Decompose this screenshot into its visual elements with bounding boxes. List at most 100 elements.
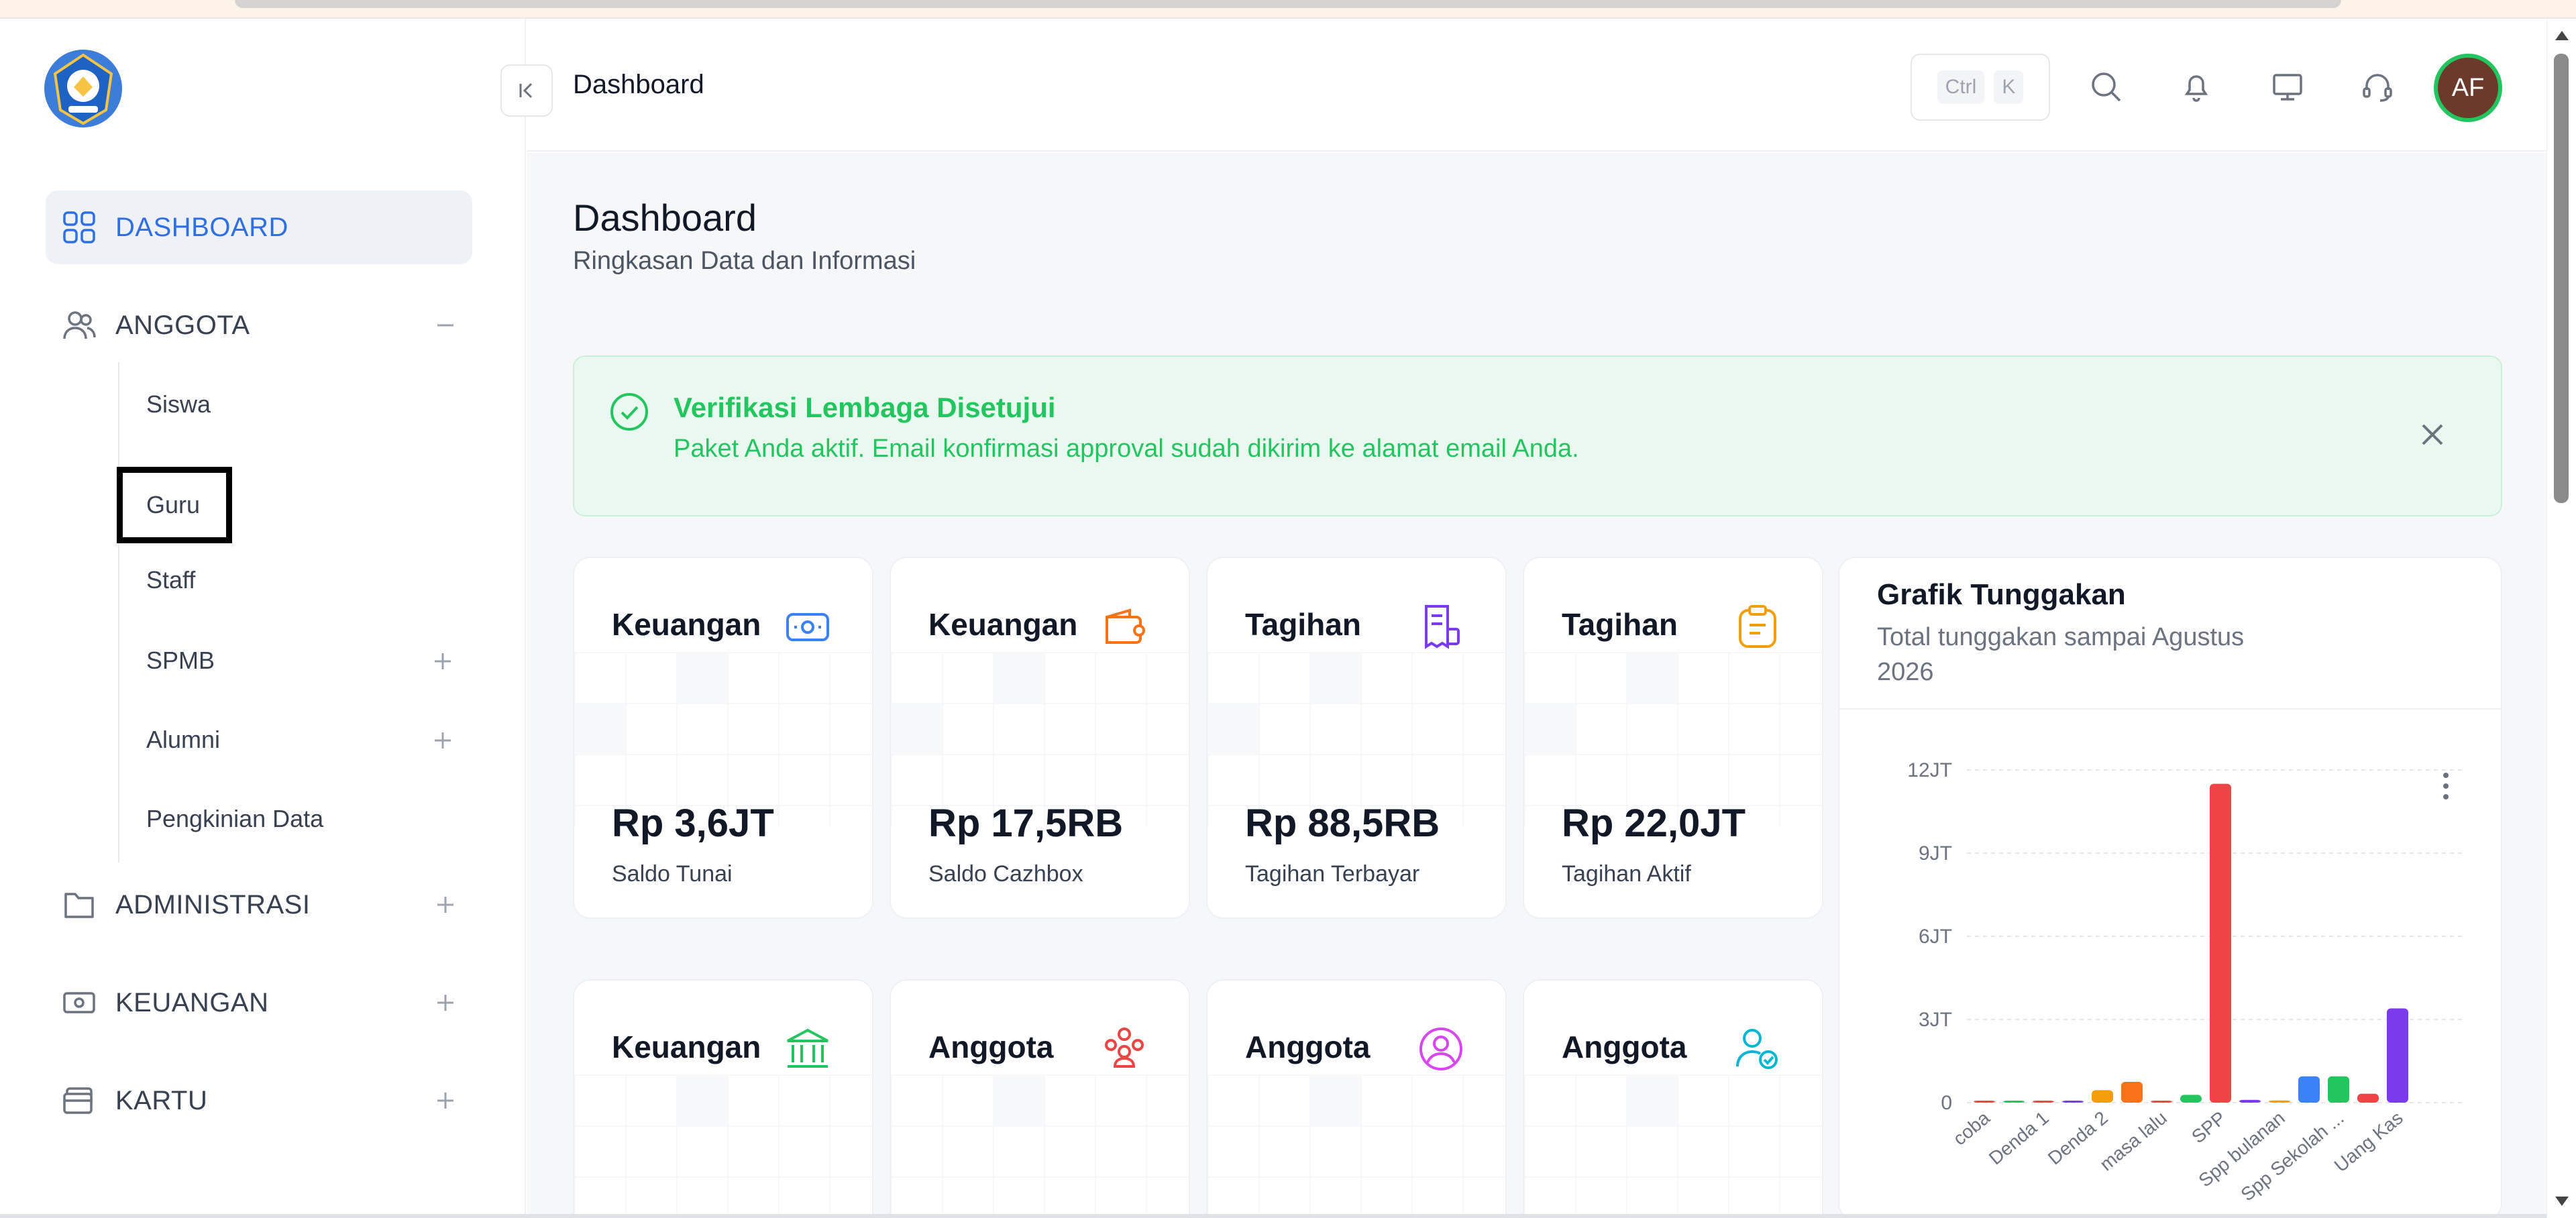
expand-plus-icon[interactable]: [429, 727, 456, 754]
scroll-down-arrow-icon[interactable]: [2555, 1197, 2569, 1206]
arrears-chart-card: Grafik Tunggakan Total tunggakan sampai …: [1838, 557, 2502, 1218]
scroll-up-arrow-icon[interactable]: [2555, 31, 2569, 40]
alert-message: Paket Anda aktif. Email konfirmasi appro…: [674, 435, 1579, 463]
chart-bar[interactable]: [2180, 1095, 2202, 1103]
chart-bar[interactable]: [2033, 1101, 2054, 1103]
header-title: Dashboard: [573, 70, 704, 99]
card-title: Keuangan: [928, 607, 1078, 642]
search-icon[interactable]: [2085, 66, 2128, 109]
page-title: Dashboard: [573, 197, 757, 239]
kbd-k: K: [1994, 70, 2024, 104]
chart-bar[interactable]: [2269, 1100, 2290, 1103]
chart-bar[interactable]: [2151, 1101, 2172, 1103]
stat-card[interactable]: Keuangan: [573, 979, 873, 1218]
card-value: Rp 22,0JT: [1562, 801, 1746, 845]
sidebar-item-label: KEUANGAN: [115, 987, 269, 1017]
grid-icon: [60, 209, 98, 246]
sidebar-subitem-alumni[interactable]: Alumni: [146, 716, 220, 763]
user-check-icon: [1729, 1021, 1786, 1077]
card-title: Keuangan: [612, 1030, 761, 1064]
stat-card[interactable]: Anggota: [1523, 979, 1823, 1218]
collapse-minus-icon[interactable]: [431, 311, 460, 340]
card-value: Rp 17,5RB: [928, 801, 1124, 845]
x-tick-label: coba: [1949, 1107, 1994, 1150]
chart-title: Grafik Tunggakan: [1877, 578, 2126, 611]
users-icon: [60, 307, 98, 344]
chart-bar[interactable]: [2387, 1008, 2408, 1103]
sidebar-item-kartu[interactable]: KARTU: [46, 1064, 472, 1138]
chart-bar[interactable]: [2210, 783, 2231, 1103]
user-avatar[interactable]: AF: [2434, 54, 2502, 122]
expand-plus-icon[interactable]: [431, 1086, 460, 1115]
sidebar: DASHBOARD ANGGOTA Siswa Guru Staff SPMB …: [0, 19, 526, 1218]
stat-card[interactable]: Tagihan Rp 22,0JT Tagihan Aktif: [1523, 557, 1823, 919]
sidebar-item-label: KARTU: [115, 1085, 208, 1115]
chart-bar[interactable]: [2003, 1101, 2025, 1103]
card-pattern: [891, 1074, 1189, 1218]
card-title: Keuangan: [612, 607, 761, 642]
wallet-card-icon: [1096, 598, 1152, 655]
scroll-thumb[interactable]: [2554, 54, 2569, 503]
chart-bar[interactable]: [2357, 1093, 2379, 1103]
more-vertical-icon[interactable]: [2442, 620, 2469, 799]
expand-plus-icon[interactable]: [431, 988, 460, 1017]
card-pattern: [1524, 652, 1822, 826]
y-tick-label: 3JT: [1919, 1009, 1952, 1031]
sidebar-subitem-staff[interactable]: Staff: [146, 557, 195, 604]
sidebar-item-label: ADMINISTRASI: [115, 889, 311, 920]
card-pattern: [1208, 1074, 1505, 1218]
chart-bar[interactable]: [2092, 1090, 2113, 1103]
close-icon[interactable]: [2412, 414, 2453, 455]
sidebar-item-anggota[interactable]: ANGGOTA: [46, 288, 472, 362]
group-icon: [1096, 1021, 1152, 1077]
receipt-icon: [1413, 598, 1469, 655]
submenu-guide-line: [118, 362, 119, 863]
chart-bar[interactable]: [2298, 1076, 2320, 1103]
institution-logo[interactable]: [42, 47, 125, 130]
sidebar-item-label: ANGGOTA: [115, 310, 250, 340]
sidebar-item-keuangan[interactable]: KEUANGAN: [46, 966, 472, 1040]
chart-bar[interactable]: [2062, 1101, 2084, 1103]
check-circle-icon: [608, 390, 651, 433]
chart-bar[interactable]: [1974, 1101, 1995, 1103]
kbd-ctrl: Ctrl: [1937, 70, 1985, 104]
user-circle-icon: [1413, 1021, 1469, 1077]
sidebar-subitem-siswa[interactable]: Siswa: [146, 381, 211, 428]
focus-highlight-box: [117, 467, 232, 543]
bank-icon: [780, 1021, 836, 1077]
sidebar-subitem-spmb[interactable]: SPMB: [146, 637, 215, 684]
sidebar-item-administrasi[interactable]: ADMINISTRASI: [46, 868, 472, 942]
card-pattern: [1208, 652, 1505, 826]
chart-bar[interactable]: [2328, 1076, 2349, 1103]
card-pattern: [574, 652, 872, 826]
sidebar-subitem-pengkinian-data[interactable]: Pengkinian Data: [146, 795, 323, 842]
stat-card[interactable]: Tagihan Rp 88,5RB Tagihan Terbayar: [1206, 557, 1507, 919]
page-scrollbar[interactable]: [2546, 19, 2576, 1218]
top-header: [527, 19, 2546, 152]
x-tick-label: Denda 1: [1985, 1107, 2053, 1169]
card-pattern: [1524, 1074, 1822, 1218]
collapse-left-icon: [519, 82, 533, 99]
stat-card[interactable]: Keuangan Rp 3,6JT Saldo Tunai: [573, 557, 873, 919]
browser-top-strip: [0, 0, 2576, 19]
chart-bar[interactable]: [2121, 1082, 2143, 1103]
clipboard-icon: [1729, 598, 1786, 655]
card-label: Tagihan Terbayar: [1245, 861, 1420, 887]
expand-plus-icon[interactable]: [429, 648, 456, 675]
command-search-shortcut[interactable]: Ctrl K: [1911, 54, 2050, 121]
bell-icon[interactable]: [2175, 66, 2218, 109]
expand-plus-icon[interactable]: [431, 890, 460, 920]
stat-card[interactable]: Anggota: [890, 979, 1190, 1218]
card-icon: [60, 1082, 98, 1119]
monitor-icon[interactable]: [2266, 66, 2309, 109]
chart-bar[interactable]: [2239, 1099, 2261, 1103]
stat-card[interactable]: Anggota: [1206, 979, 1507, 1218]
headset-support-icon[interactable]: [2356, 66, 2399, 109]
sidebar-item-label: DASHBOARD: [115, 212, 288, 242]
collapse-sidebar-button[interactable]: [500, 64, 553, 117]
stat-card[interactable]: Keuangan Rp 17,5RB Saldo Cazhbox: [890, 557, 1190, 919]
y-tick-label: 6JT: [1919, 926, 1952, 948]
sidebar-item-dashboard[interactable]: DASHBOARD: [46, 190, 472, 264]
card-label: Tagihan Aktif: [1562, 861, 1691, 887]
x-tick-label: Spp Sekolah ...: [2237, 1107, 2347, 1205]
